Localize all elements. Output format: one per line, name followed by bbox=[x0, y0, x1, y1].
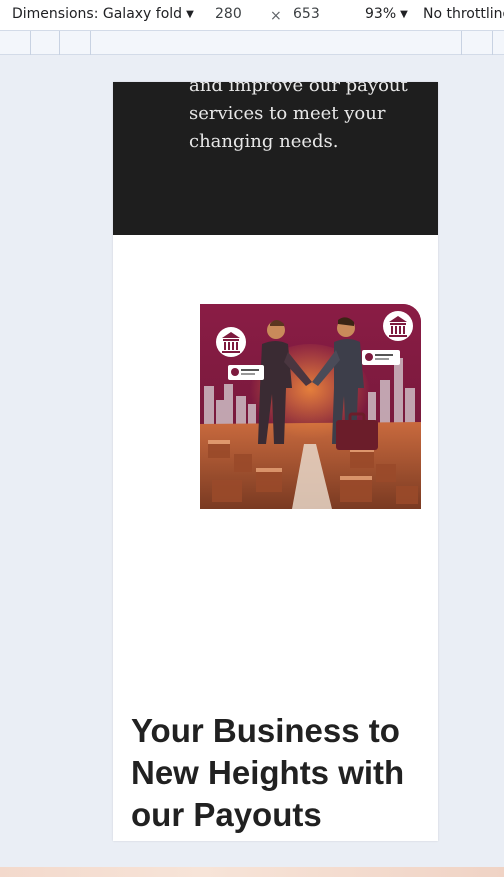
chevron-down-icon: ▼ bbox=[186, 8, 194, 20]
media-segment bbox=[90, 31, 91, 55]
window-bottom-edge bbox=[0, 867, 504, 877]
times-icon: × bbox=[270, 8, 282, 24]
times-symbol: × bbox=[270, 8, 282, 24]
intro-section: and improve our payout services to meet … bbox=[113, 82, 438, 235]
devtools-toolbar: Dimensions: Galaxy fold ▼ 280 × 653 93% … bbox=[0, 0, 504, 31]
media-segment bbox=[461, 31, 462, 55]
section-headline: Your Business to New Heights with our Pa… bbox=[131, 712, 405, 833]
bank-icon bbox=[216, 327, 246, 357]
bank-icon bbox=[383, 311, 413, 341]
zoom-select[interactable]: 93% ▼ bbox=[365, 6, 408, 22]
device-select[interactable]: Dimensions: Galaxy fold ▼ bbox=[12, 6, 194, 22]
throttle-value: No throttling bbox=[423, 6, 504, 22]
hero-image bbox=[200, 304, 421, 509]
intro-text: and improve our payout services to meet … bbox=[189, 82, 408, 152]
zoom-value: 93% bbox=[365, 6, 397, 22]
height-input[interactable]: 653 bbox=[293, 6, 320, 22]
media-segment bbox=[492, 31, 493, 55]
media-query-bar[interactable] bbox=[0, 31, 504, 55]
width-value: 280 bbox=[215, 6, 242, 22]
media-segment bbox=[30, 31, 31, 55]
device-label: Dimensions: Galaxy fold bbox=[12, 6, 183, 22]
device-viewport: and improve our payout services to meet … bbox=[113, 82, 438, 841]
height-value: 653 bbox=[293, 6, 320, 22]
throttle-select[interactable]: No throttling bbox=[423, 6, 504, 22]
media-segment bbox=[59, 31, 60, 55]
width-input[interactable]: 280 bbox=[215, 6, 242, 22]
chevron-down-icon: ▼ bbox=[400, 8, 408, 20]
